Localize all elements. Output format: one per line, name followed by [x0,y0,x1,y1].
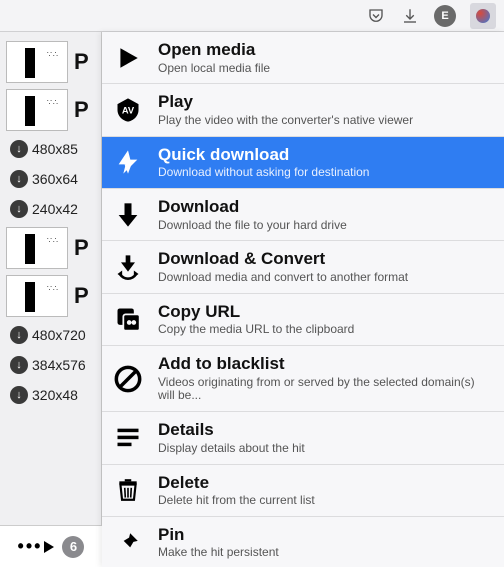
menu-subtitle: Play the video with the converter's nati… [158,114,490,128]
bolt-down-icon [112,146,144,178]
thumb-label: P [74,283,89,309]
svg-text:AV: AV [122,106,135,116]
download-toolbar-icon[interactable] [400,6,420,26]
video-thumbnail: ∵∴ [6,41,68,83]
list-item[interactable]: ↓ 480x720 [0,320,101,350]
download-icon: ↓ [10,326,28,344]
menu-title: Delete [158,473,490,493]
menu-subtitle: Copy the media URL to the clipboard [158,323,490,337]
menu-item-blacklist[interactable]: Add to blacklist Videos originating from… [102,346,504,412]
menu-item-details[interactable]: Details Display details about the hit [102,412,504,464]
download-icon: ↓ [10,386,28,404]
menu-item-delete[interactable]: Delete Delete hit from the current list [102,465,504,517]
list-item[interactable]: ↓ 480x85 [0,134,101,164]
size-label: 480x85 [32,141,78,157]
video-thumbnail: ∵∴ [6,275,68,317]
recycle-down-icon [112,251,144,283]
menu-subtitle: Download the file to your hard drive [158,219,490,233]
menu-item-pin[interactable]: Pin Make the hit persistent [102,517,504,567]
play-all-button[interactable]: ••• [18,536,55,557]
thumb-label: P [74,97,89,123]
size-label: 384x576 [32,357,86,373]
trash-icon [112,474,144,506]
list-item[interactable]: ↓ 384x576 [0,350,101,380]
thumb-label: P [74,235,89,261]
size-label: 480x720 [32,327,86,343]
list-item[interactable]: ∵∴ P [0,86,101,134]
arrow-down-icon [112,199,144,231]
browser-toolbar: E [0,0,504,32]
count-badge: 6 [62,536,84,558]
menu-subtitle: Make the hit persistent [158,546,490,560]
menu-subtitle: Open local media file [158,62,490,76]
menu-item-download[interactable]: Download Download the file to your hard … [102,189,504,241]
menu-title: Pin [158,525,490,545]
details-icon [112,422,144,454]
download-icon: ↓ [10,170,28,188]
video-thumbnail: ∵∴ [6,227,68,269]
media-list: ∵∴ P ∵∴ P ↓ 480x85 ↓ 360x64 ↓ 240x42 ∵∴ … [0,32,102,567]
menu-title: Open media [158,40,490,60]
menu-item-quick-download[interactable]: Quick download Download without asking f… [102,137,504,189]
download-icon: ↓ [10,140,28,158]
star-icon[interactable] [8,6,218,26]
menu-title: Details [158,420,490,440]
download-icon: ↓ [10,200,28,218]
menu-title: Play [158,92,490,112]
menu-title: Download [158,197,490,217]
menu-item-copy-url[interactable]: Copy URL Copy the media URL to the clipb… [102,294,504,346]
pin-icon [112,527,144,559]
profile-badge[interactable]: E [434,5,456,27]
list-item[interactable]: ↓ 240x42 [0,194,101,224]
list-item[interactable]: ∵∴ P [0,38,101,86]
video-thumbnail: ∵∴ [6,89,68,131]
size-label: 360x64 [32,171,78,187]
menu-subtitle: Download media and convert to another fo… [158,271,490,285]
menu-subtitle: Download without asking for destination [158,166,490,180]
menu-title: Add to blacklist [158,354,490,374]
play-icon [44,541,54,553]
extension-icon [476,9,490,23]
menu-subtitle: Display details about the hit [158,442,490,456]
list-item[interactable]: ↓ 320x48 [0,380,101,410]
size-label: 320x48 [32,387,78,403]
thumb-label: P [74,49,89,75]
list-item[interactable]: ∵∴ P [0,224,101,272]
download-icon: ↓ [10,356,28,374]
size-label: 240x42 [32,201,78,217]
play-triangle-icon [112,42,144,74]
copy-icon [112,303,144,335]
menu-item-play[interactable]: AV Play Play the video with the converte… [102,84,504,136]
bottom-bar: ••• 6 [0,525,102,567]
av-badge-icon: AV [112,94,144,126]
context-menu: Open media Open local media file AV Play… [102,32,504,567]
menu-item-open-media[interactable]: Open media Open local media file [102,32,504,84]
menu-subtitle: Delete hit from the current list [158,494,490,508]
pocket-icon[interactable] [366,6,386,26]
list-item[interactable]: ↓ 360x64 [0,164,101,194]
list-item[interactable]: ∵∴ P [0,272,101,320]
menu-title: Copy URL [158,302,490,322]
menu-item-download-convert[interactable]: Download & Convert Download media and co… [102,241,504,293]
extension-button[interactable] [470,3,496,29]
menu-title: Quick download [158,145,490,165]
blacklist-icon [112,363,144,395]
menu-subtitle: Videos originating from or served by the… [158,376,490,404]
ellipsis-icon: ••• [18,536,43,557]
menu-title: Download & Convert [158,249,490,269]
